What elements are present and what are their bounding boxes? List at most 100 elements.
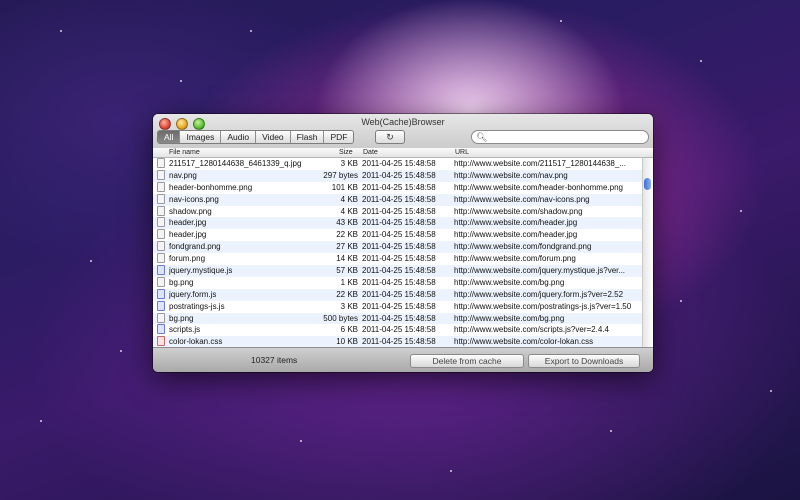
cell-size: 22 KB: [336, 230, 358, 240]
cell-url: http://www.website.com/nav.png: [454, 170, 568, 180]
cell-name: header.jpg: [169, 230, 207, 240]
table-row[interactable]: header.jpg 43 KB 2011-04-25 15:48:58 http:/…: [153, 217, 643, 230]
cell-date: 2011-04-25 15:48:58: [362, 182, 436, 192]
cell-date: 2011-04-25 15:48:58: [362, 301, 436, 311]
cell-url: http://www.website.com/bg.png: [454, 277, 565, 287]
tab-all[interactable]: All: [158, 131, 181, 143]
file-icon: [157, 336, 165, 347]
status-bar: 10327 items Delete from cache Export to …: [153, 347, 653, 372]
cell-date: 2011-04-25 15:48:58: [362, 194, 436, 204]
cell-url: http://www.website.com/header.jpg: [454, 218, 578, 228]
tab-images[interactable]: Images: [180, 131, 222, 143]
cell-url: http://www.website.com/jquery.mystique.j…: [454, 266, 626, 276]
cell-size: 1 KB: [340, 277, 358, 287]
cell-date: 2011-04-25 15:48:58: [362, 206, 436, 216]
cell-name: fondgrand.png: [169, 242, 221, 252]
table-row[interactable]: jquery.mystique.js 57 KB 2011-04-25 15:48:…: [153, 265, 643, 277]
file-icon: [157, 217, 165, 228]
file-icon: [157, 265, 165, 276]
export-to-downloads-button[interactable]: Export to Downloads: [528, 354, 640, 368]
cell-date: 2011-04-25 15:48:58: [362, 230, 436, 240]
tab-flash[interactable]: Flash: [290, 131, 325, 143]
cell-size: 297 bytes: [323, 170, 358, 180]
delete-from-cache-button[interactable]: Delete from cache: [410, 354, 524, 368]
cell-date: 2011-04-25 15:48:58: [362, 313, 436, 323]
file-icon: [157, 169, 165, 180]
cell-url: http://www.website.com/jquery.form.js?ve…: [454, 289, 624, 299]
table-row[interactable]: bg.png 1 KB 2011-04-25 15:48:58 http://www.…: [153, 276, 643, 289]
file-icon: [157, 205, 165, 216]
cell-date: 2011-04-25 15:48:58: [362, 289, 436, 299]
cell-name: 211517_1280144638_6461339_q.jpg: [169, 159, 302, 168]
table-header: File name Size Date URL: [153, 148, 653, 158]
tab-audio[interactable]: Audio: [221, 131, 257, 143]
cell-name: header.jpg: [169, 218, 207, 228]
table-row[interactable]: nav-icons.png 4 KB 2011-04-25 15:48:58 http…: [153, 193, 643, 206]
vertical-scrollbar[interactable]: [642, 158, 653, 348]
cell-url: http://www.website.com/nav-icons.png: [454, 194, 590, 204]
file-icon: [157, 229, 165, 240]
cell-url: http://www.website.com/scripts.js?ver=2.…: [454, 325, 609, 335]
item-count: 10327 items: [251, 355, 298, 365]
cell-size: 101 KB: [331, 182, 358, 192]
cell-size: 22 KB: [336, 289, 358, 299]
column-header-url[interactable]: URL: [455, 148, 469, 157]
cell-name: nav.png: [169, 170, 197, 180]
tab-video[interactable]: Video: [256, 131, 291, 143]
cell-url: http://www.website.com/bg.png: [454, 313, 565, 323]
cell-name: forum.png: [169, 254, 206, 264]
cell-name: jquery.form.js: [169, 289, 217, 299]
cell-size: 500 bytes: [323, 313, 358, 323]
cell-size: 3 KB: [340, 301, 358, 311]
file-icon: [157, 181, 165, 192]
cell-date: 2011-04-25 15:48:58: [362, 218, 436, 228]
file-icon: [157, 193, 165, 204]
table-row[interactable]: 211517_1280144638_6461339_q.jpg 3 KB 2011-…: [153, 158, 643, 170]
cell-date: 2011-04-25 15:48:58: [362, 277, 436, 287]
table-row[interactable]: fondgrand.png 27 KB 2011-04-25 15:48:58 htt…: [153, 241, 643, 254]
cell-size: 57 KB: [336, 266, 358, 276]
table-row[interactable]: jquery.form.js 22 KB 2011-04-25 15:48:58 ht…: [153, 288, 643, 301]
app-window: Web(Cache)Browser All Images Audio Video…: [153, 114, 653, 372]
window-title: Web(Cache)Browser: [361, 117, 445, 127]
table-row[interactable]: header-bonhomme.png 101 KB 2011-04-25 15:4…: [153, 181, 643, 194]
cell-name: header-bonhomme.png: [169, 182, 253, 192]
table-row[interactable]: nav.png 297 bytes 2011-04-25 15:48:58 http:…: [153, 169, 643, 182]
file-icon: [157, 300, 165, 311]
table-row[interactable]: scripts.js 6 KB 2011-04-25 15:48:58 http://…: [153, 324, 643, 336]
tab-pdf[interactable]: PDF: [324, 131, 354, 143]
table-row[interactable]: bg.png 500 bytes 2011-04-25 15:48:58 http:/…: [153, 312, 643, 325]
cell-url: http://www.website.com/shadow.png: [454, 206, 583, 216]
cell-date: 2011-04-25 15:48:58: [362, 266, 436, 276]
file-icon: [157, 276, 165, 287]
cell-name: postratings-js.js: [169, 301, 225, 311]
column-header-date[interactable]: Date: [363, 148, 378, 157]
table-row[interactable]: postratings-js.js 3 KB 2011-04-25 15:48:58…: [153, 300, 643, 313]
title-bar: Web(Cache)Browser All Images Audio Video…: [153, 114, 653, 159]
cell-name: nav-icons.png: [169, 194, 219, 204]
cell-size: 6 KB: [340, 325, 358, 335]
table-row[interactable]: shadow.png 4 KB 2011-04-25 15:48:58 http://…: [153, 205, 643, 218]
cell-url: http://www.website.com/211517_1280144638…: [454, 159, 626, 168]
column-header-size[interactable]: Size: [339, 148, 353, 157]
file-icon: [157, 312, 165, 323]
cell-size: 43 KB: [336, 218, 358, 228]
filter-tabs: All Images Audio Video Flash PDF: [157, 130, 355, 144]
file-icon: [157, 324, 165, 335]
table-row[interactable]: header.jpg 22 KB 2011-04-25 15:48:58 http:/…: [153, 229, 643, 241]
cell-date: 2011-04-25 15:48:58: [362, 170, 436, 180]
cell-name: scripts.js: [169, 325, 201, 335]
cell-size: 27 KB: [336, 242, 358, 252]
cell-size: 14 KB: [336, 254, 358, 264]
column-header-name[interactable]: File name: [169, 148, 200, 157]
scrollbar-thumb[interactable]: [644, 178, 651, 190]
cell-name: bg.png: [169, 313, 194, 323]
cell-date: 2011-04-25 15:48:58: [362, 254, 436, 264]
refresh-button[interactable]: ↻: [375, 130, 405, 144]
search-field[interactable]: 🔍︎: [471, 130, 649, 144]
table-row[interactable]: forum.png 14 KB 2011-04-25 15:48:58 http://…: [153, 253, 643, 265]
file-table: 211517_1280144638_6461339_q.jpg 3 KB 2011-…: [153, 158, 643, 348]
cell-name: jquery.mystique.js: [169, 266, 233, 276]
cell-size: 4 KB: [340, 194, 358, 204]
cell-url: http://www.website.com/fondgrand.png: [454, 242, 592, 252]
